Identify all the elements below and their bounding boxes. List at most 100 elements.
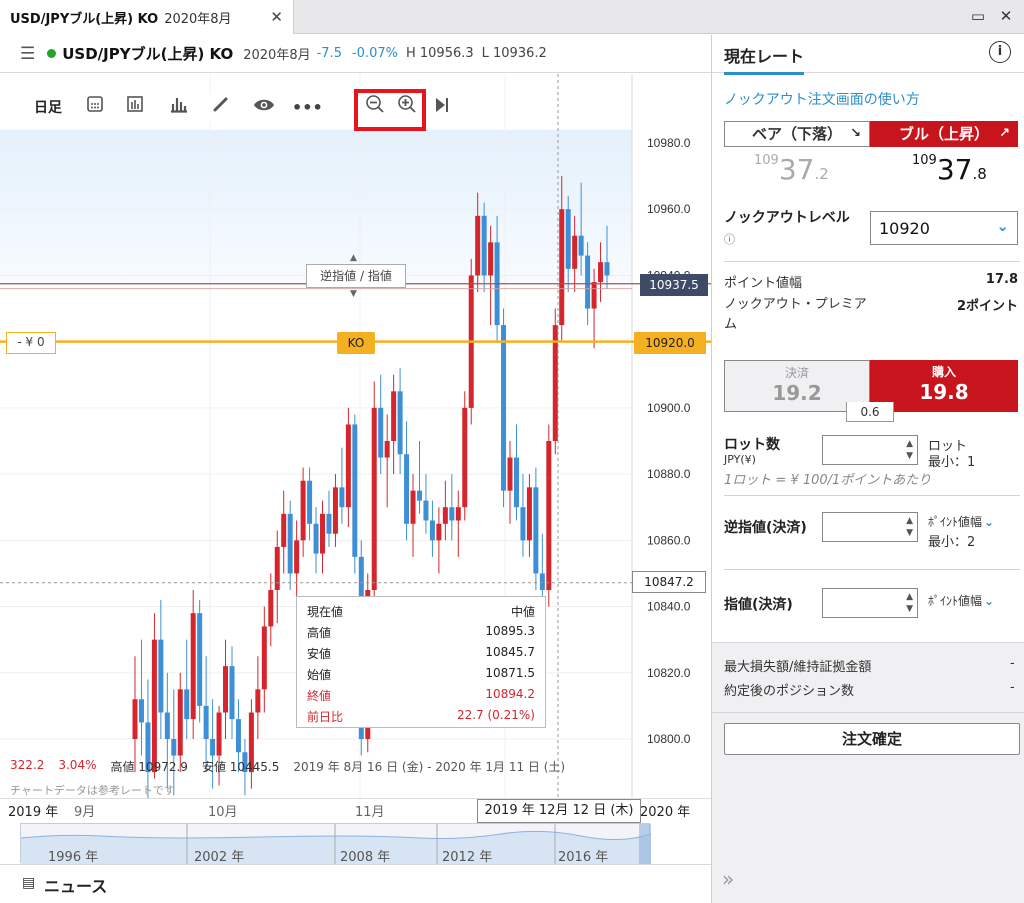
stepper-up-icon[interactable]: ▲ [906,593,913,602]
candle-body [520,507,526,541]
candle-body [546,441,552,590]
candle-body [229,666,235,720]
buy-label: 購入 [931,365,956,379]
stepper-down-icon[interactable]: ▼ [906,452,913,461]
price-chart[interactable]: 10980.010960.010940.010920.010900.010880… [0,74,711,864]
candle-body [404,454,410,524]
chevron-down-icon: ⌄ [996,217,1009,235]
candle-body [307,480,313,524]
candle-body [255,689,261,713]
tab-bar: USD/JPYブル(上昇) KO 2020年8月 ✕ ▭ ✕ [0,0,1024,34]
stop-input[interactable]: ▲ ▼ [822,512,918,542]
divider [724,569,1020,570]
ohlc-tooltip: 現在値 中値 高値 10895.3 安値 10845.7 始値 10871.5 終値 10… [296,596,546,728]
stepper-up-icon[interactable]: ▲ [906,440,913,449]
premium-label: ノックアウト・プレミアム [724,297,867,332]
bull-button[interactable]: ブル（上昇） ↗ [870,121,1018,147]
tooltip-open-value: 10871.5 [485,666,535,680]
candle-body [320,513,326,554]
candle-body [345,424,351,508]
stop-limit-handle[interactable]: 逆指値 / 指値 [306,264,406,288]
stepper-down-icon[interactable]: ▼ [906,605,913,614]
bull-label: ブル（上昇） [898,125,989,143]
bull-price-main: 37 [936,153,973,186]
candle-body [268,590,274,627]
news-label[interactable]: ニュース [44,873,107,897]
candle-body [197,613,203,706]
limit-unit-select[interactable]: ﾎﾟｲﾝﾄ値幅 ⌄ [928,592,994,609]
bear-price-prefix: 109 [754,153,779,168]
candle-body [294,540,300,574]
tab-subtitle: 2020年8月 [164,11,232,27]
chart-type-icon[interactable] [82,94,108,122]
menu-icon[interactable]: ☰ [20,44,35,64]
interval-selector[interactable]: 日足 [30,94,66,122]
chevron-down-icon: ⌄ [984,515,995,529]
zoom-out-icon[interactable] [362,94,388,122]
change-percent: -0.07% [351,46,398,61]
lot-input[interactable]: ▲ ▼ [822,435,918,465]
bull-price-prefix: 109 [912,153,937,168]
order-panel: 現在レート i ノックアウト注文画面の使い方 ベア（下落） ↘ ブル（上昇） ↗… [711,35,1024,903]
howto-link[interactable]: ノックアウト注文画面の使い方 [724,89,920,109]
tab-usdjpy-bull[interactable]: USD/JPYブル(上昇) KO 2020年8月 ✕ [0,0,294,34]
candle-body [585,255,591,309]
contract-month: 2020年8月 [243,48,311,63]
close-window-icon[interactable]: ✕ [996,6,1016,26]
tooltip-open-label: 始値 [307,668,332,682]
candle-body [591,282,597,309]
chart-area[interactable]: 10980.010960.010940.010920.010900.010880… [0,74,711,864]
range-navigator[interactable] [20,823,651,864]
expand-panel-icon[interactable]: » [722,867,734,891]
candle-body [416,490,422,501]
more-options-icon[interactable]: ••• [292,94,323,122]
indicator-icon[interactable] [166,94,192,122]
y-tick-label: 10820.0 [647,666,691,680]
candle-body [313,523,319,554]
bear-label: ベア（下落） [751,125,842,143]
candle-body [449,507,455,521]
drag-up-icon[interactable]: ▲ [350,253,357,263]
chevron-down-icon: ⌄ [984,594,995,608]
close-tab-icon[interactable]: ✕ [270,8,283,26]
candle-body [138,699,144,723]
candle-body [501,325,507,491]
lot-currency: JPY(¥) [724,453,756,466]
candle-body [455,507,461,521]
skip-to-end-icon[interactable] [432,94,452,122]
ko-badge[interactable]: KO [337,332,375,354]
compare-icon[interactable] [122,94,148,122]
candle-body [190,613,196,720]
stepper-down-icon[interactable]: ▼ [906,529,913,538]
confirm-order-button[interactable]: 注文確定 [724,723,1020,755]
stop-unit-select[interactable]: ﾎﾟｲﾝﾄ値幅 ⌄ [928,513,994,530]
draw-pencil-icon[interactable] [208,94,234,122]
stop-unit: ﾎﾟｲﾝﾄ値幅 [928,515,983,529]
visibility-eye-icon[interactable] [250,94,278,122]
info-icon[interactable]: i [989,41,1011,63]
candle-body [488,242,494,276]
panel-title-tab[interactable]: 現在レート [724,43,805,75]
high-value: H 10956.3 [405,46,474,61]
maximize-icon[interactable]: ▭ [968,6,988,26]
drag-down-icon[interactable]: ▼ [350,289,357,299]
stats-low: 安値 10445.5 [201,760,280,774]
limit-input[interactable]: ▲ ▼ [822,588,918,618]
bear-button[interactable]: ベア（下落） ↘ [724,121,870,147]
ko-level-info-icon[interactable]: ⓘ [724,231,735,247]
candle-body [559,209,565,326]
ko-level-value: 10920 [879,219,930,238]
stats-percent: 3.04% [58,758,97,772]
x-label-sep: 9月 [74,805,96,820]
stepper-up-icon[interactable]: ▲ [906,517,913,526]
low-value: L 10936.2 [481,46,547,61]
max-loss-value: - [1010,656,1015,671]
y-tick-label: 10860.0 [647,533,691,547]
candle-body [513,457,519,508]
chart-stats-bar: 322.2 3.04% 高値 10972.9 安値 10445.5 2019 年… [10,758,630,774]
candle-body [565,209,571,269]
ko-level-select[interactable]: 10920 ⌄ [870,211,1018,245]
limit-unit: ﾎﾟｲﾝﾄ値幅 [928,594,983,608]
candle-body [371,407,377,590]
zoom-in-icon[interactable] [394,94,420,122]
